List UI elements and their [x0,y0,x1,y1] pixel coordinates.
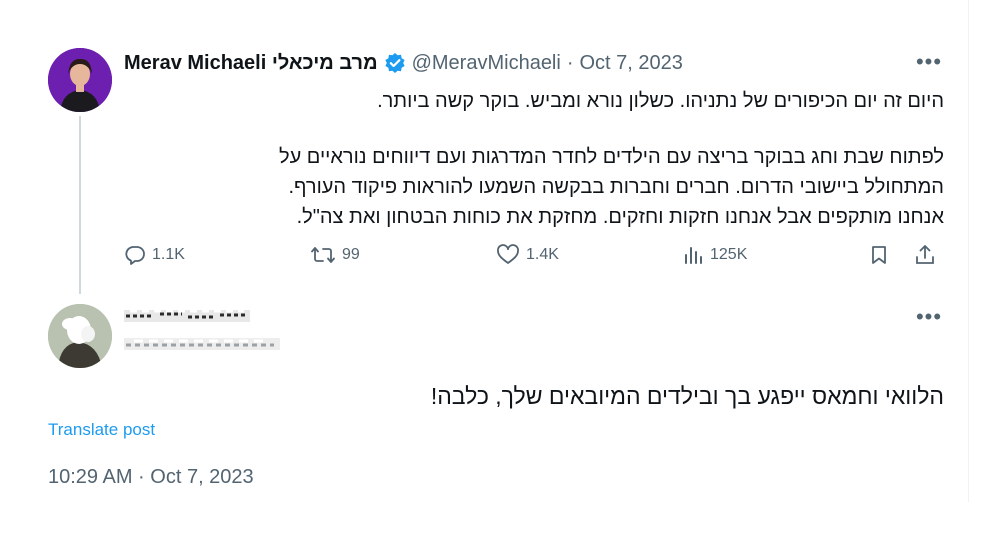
like-button[interactable]: 1.4K [496,238,559,272]
tweet-text-line: לפתוח שבת וחג בבוקר בריצה עם הילדים לחדר… [279,146,944,168]
tweet-text-line: היום זה יום הכיפורים של נתניהו. כשלון נו… [377,90,944,112]
views-button[interactable]: 125K [682,238,747,272]
tweet-text-paragraph: לפתוח שבת וחג בבוקר בריצה עם הילדים לחדר… [124,142,944,232]
translate-post-link[interactable]: Translate post [48,420,155,440]
author-display-name[interactable]: Merav Michaeli מרב מיכאלי [124,52,378,75]
more-icon[interactable]: ••• [912,49,946,74]
reply-text: הלוואי וחמאס ייפגע בך ובילדים המיובאים ש… [430,383,944,409]
bookmark-icon [868,244,890,266]
retweet-count: 99 [342,246,360,263]
tweet-date[interactable]: Oct 7, 2023 [580,52,683,75]
views-icon [682,244,704,266]
tweet-thread-view: Merav Michaeli מרב מיכאלי @MeravMichaeli… [0,0,990,534]
share-button[interactable] [914,238,936,272]
redacted-display-name [124,306,254,326]
dot-separator: · [566,51,574,74]
author-avatar[interactable] [48,48,112,112]
reply-count: 1.1K [152,246,185,263]
reply-button[interactable]: 1.1K [124,238,185,272]
tweet-header: Merav Michaeli מרב מיכאלי @MeravMichaeli… [124,48,683,78]
more-icon[interactable]: ••• [912,304,946,329]
like-count: 1.4K [526,246,559,263]
tweet-action-bar: 1.1K 99 1.4K 125K [124,238,944,272]
verified-badge-icon [384,52,406,74]
bookmark-button[interactable] [868,238,890,272]
reply-author-avatar[interactable] [48,304,112,368]
reply-icon [124,244,146,266]
share-icon [914,244,936,266]
views-count: 125K [710,246,748,263]
tweet-text-line: אנחנו מותקפים אבל אנחנו חזקות וחזקים. מח… [296,206,944,228]
redacted-handle [124,334,284,354]
retweet-icon [310,244,336,266]
thread-connector-line [79,116,81,294]
author-handle[interactable]: @MeravMichaeli [412,52,561,75]
reply-timestamp[interactable]: 10:29 AM · Oct 7, 2023 [48,466,254,489]
tweet-text-line: המתחולל ביישובי הדרום. חברים וחברות בבקש… [288,176,944,198]
retweet-button[interactable]: 99 [310,238,360,272]
heart-icon [496,244,520,266]
column-border [968,0,969,502]
